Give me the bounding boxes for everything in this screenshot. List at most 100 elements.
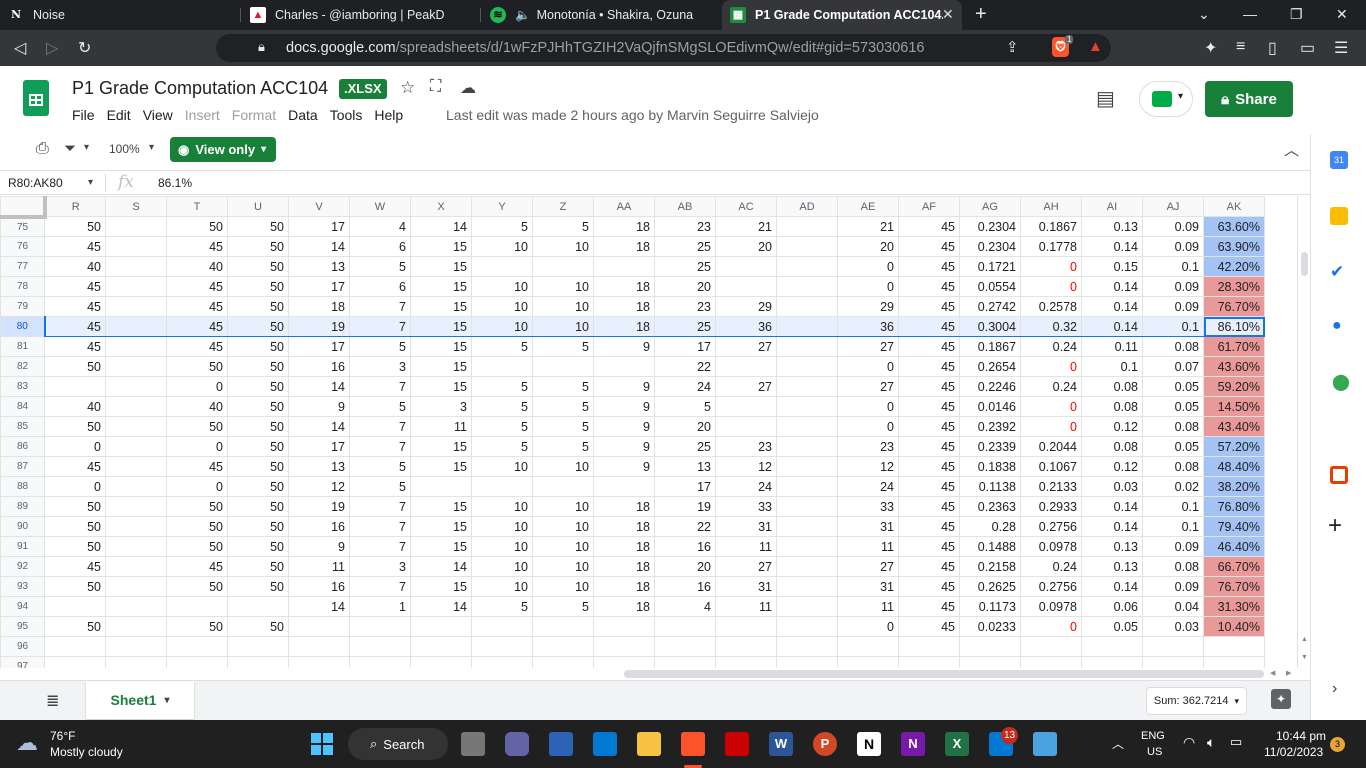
cell-ag-82[interactable]: 0.2654 <box>959 356 1021 377</box>
row-header[interactable]: 78 <box>0 276 45 297</box>
cell-s-87[interactable] <box>105 456 167 477</box>
cell-ab-96[interactable] <box>654 636 716 657</box>
cell-ai-85[interactable]: 0.12 <box>1081 416 1143 437</box>
cell-z-81[interactable]: 5 <box>532 336 594 357</box>
onenote-icon[interactable]: N <box>901 732 925 756</box>
column-header-aa[interactable]: AA <box>593 196 655 217</box>
cell-r-86[interactable]: 0 <box>44 436 106 457</box>
battery-icon[interactable]: ▭ <box>1230 734 1242 750</box>
cell-aa-85[interactable]: 9 <box>593 416 655 437</box>
cell-u-84[interactable]: 50 <box>227 396 289 417</box>
url-bar[interactable]: 🔒︎ docs.google.com/spreadsheets/d/1wFzPJ… <box>216 34 1111 62</box>
cell-w-90[interactable]: 7 <box>349 516 411 537</box>
cell-y-82[interactable] <box>471 356 533 377</box>
cell-ae-78[interactable]: 0 <box>837 276 899 297</box>
cell-ak-90[interactable]: 79.40% <box>1203 516 1265 537</box>
cell-aj-85[interactable]: 0.08 <box>1142 416 1204 437</box>
cell-aj-92[interactable]: 0.08 <box>1142 556 1204 577</box>
cell-ah-78[interactable]: 0 <box>1020 276 1082 297</box>
cell-t-87[interactable]: 45 <box>166 456 228 477</box>
cell-af-77[interactable]: 45 <box>898 256 960 277</box>
cell-t-79[interactable]: 45 <box>166 296 228 317</box>
snipping-icon[interactable] <box>549 732 573 756</box>
cell-ab-77[interactable]: 25 <box>654 256 716 277</box>
share-page-icon[interactable]: ⇪ <box>1006 38 1019 56</box>
cell-ah-75[interactable]: 0.1867 <box>1020 216 1082 237</box>
cell-s-85[interactable] <box>105 416 167 437</box>
lang-secondary[interactable]: US <box>1147 746 1162 758</box>
cell-x-91[interactable]: 15 <box>410 536 472 557</box>
cell-x-88[interactable] <box>410 476 472 497</box>
cell-ad-76[interactable] <box>776 236 838 257</box>
column-header-t[interactable]: T <box>166 196 228 217</box>
cell-ag-96[interactable] <box>959 636 1021 657</box>
cell-ad-94[interactable] <box>776 596 838 617</box>
cell-af-84[interactable]: 45 <box>898 396 960 417</box>
row-header[interactable]: 83 <box>0 376 45 397</box>
cell-ai-75[interactable]: 0.13 <box>1081 216 1143 237</box>
cell-ae-87[interactable]: 12 <box>837 456 899 477</box>
cell-v-82[interactable]: 16 <box>288 356 350 377</box>
cell-aj-86[interactable]: 0.05 <box>1142 436 1204 457</box>
cell-ak-82[interactable]: 43.60% <box>1203 356 1265 377</box>
cell-aj-93[interactable]: 0.09 <box>1142 576 1204 597</box>
cell-aa-82[interactable] <box>593 356 655 377</box>
windows-start-icon[interactable] <box>311 733 333 755</box>
cell-ac-97[interactable] <box>715 656 777 668</box>
cell-ab-78[interactable]: 20 <box>654 276 716 297</box>
cell-aj-79[interactable]: 0.09 <box>1142 296 1204 317</box>
cell-s-84[interactable] <box>105 396 167 417</box>
chevron-down-icon[interactable]: ▾ <box>88 177 93 188</box>
cell-s-82[interactable] <box>105 356 167 377</box>
cell-ak-80[interactable]: 86.10% <box>1203 316 1265 337</box>
cell-w-79[interactable]: 7 <box>349 296 411 317</box>
cell-ak-89[interactable]: 76.80% <box>1203 496 1265 517</box>
cell-s-94[interactable] <box>105 596 167 617</box>
keep-icon[interactable] <box>1330 207 1348 225</box>
cell-u-79[interactable]: 50 <box>227 296 289 317</box>
cell-aj-80[interactable]: 0.1 <box>1142 316 1204 337</box>
cell-v-94[interactable]: 14 <box>288 596 350 617</box>
cell-ac-86[interactable]: 23 <box>715 436 777 457</box>
weather-temp[interactable]: 76°F <box>50 729 75 743</box>
cell-v-91[interactable]: 9 <box>288 536 350 557</box>
browser-tab-noise[interactable]: N Noise <box>8 0 238 30</box>
cell-af-78[interactable]: 45 <box>898 276 960 297</box>
cell-x-93[interactable]: 15 <box>410 576 472 597</box>
cell-ad-91[interactable] <box>776 536 838 557</box>
cell-ag-78[interactable]: 0.0554 <box>959 276 1021 297</box>
cell-x-87[interactable]: 15 <box>410 456 472 477</box>
weather-desc[interactable]: Mostly cloudy <box>50 745 123 759</box>
cell-af-79[interactable]: 45 <box>898 296 960 317</box>
cell-ag-94[interactable]: 0.1173 <box>959 596 1021 617</box>
cell-z-84[interactable]: 5 <box>532 396 594 417</box>
cell-r-88[interactable]: 0 <box>44 476 106 497</box>
cell-ab-95[interactable] <box>654 616 716 637</box>
cell-u-75[interactable]: 50 <box>227 216 289 237</box>
cell-ae-88[interactable]: 24 <box>837 476 899 497</box>
cell-r-87[interactable]: 45 <box>44 456 106 477</box>
cell-z-86[interactable]: 5 <box>532 436 594 457</box>
cell-aa-97[interactable] <box>593 656 655 668</box>
cell-ai-86[interactable]: 0.08 <box>1081 436 1143 457</box>
restore-icon[interactable]: ❐ <box>1290 6 1303 23</box>
cell-t-75[interactable]: 50 <box>166 216 228 237</box>
cell-u-89[interactable]: 50 <box>227 496 289 517</box>
cell-t-96[interactable] <box>166 636 228 657</box>
column-header-ag[interactable]: AG <box>959 196 1021 217</box>
cell-y-79[interactable]: 10 <box>471 296 533 317</box>
cell-ak-94[interactable]: 31.30% <box>1203 596 1265 617</box>
weather-icon[interactable]: ☁ <box>16 730 38 756</box>
cell-x-81[interactable]: 15 <box>410 336 472 357</box>
cell-ak-92[interactable]: 66.70% <box>1203 556 1265 577</box>
cell-ac-85[interactable] <box>715 416 777 437</box>
row-header[interactable]: 94 <box>0 596 45 617</box>
cell-s-81[interactable] <box>105 336 167 357</box>
cell-v-92[interactable]: 11 <box>288 556 350 577</box>
cell-w-84[interactable]: 5 <box>349 396 411 417</box>
back-icon[interactable]: ◁ <box>14 38 26 58</box>
cell-y-95[interactable] <box>471 616 533 637</box>
cell-ad-82[interactable] <box>776 356 838 377</box>
cell-ah-90[interactable]: 0.2756 <box>1020 516 1082 537</box>
cell-ad-96[interactable] <box>776 636 838 657</box>
